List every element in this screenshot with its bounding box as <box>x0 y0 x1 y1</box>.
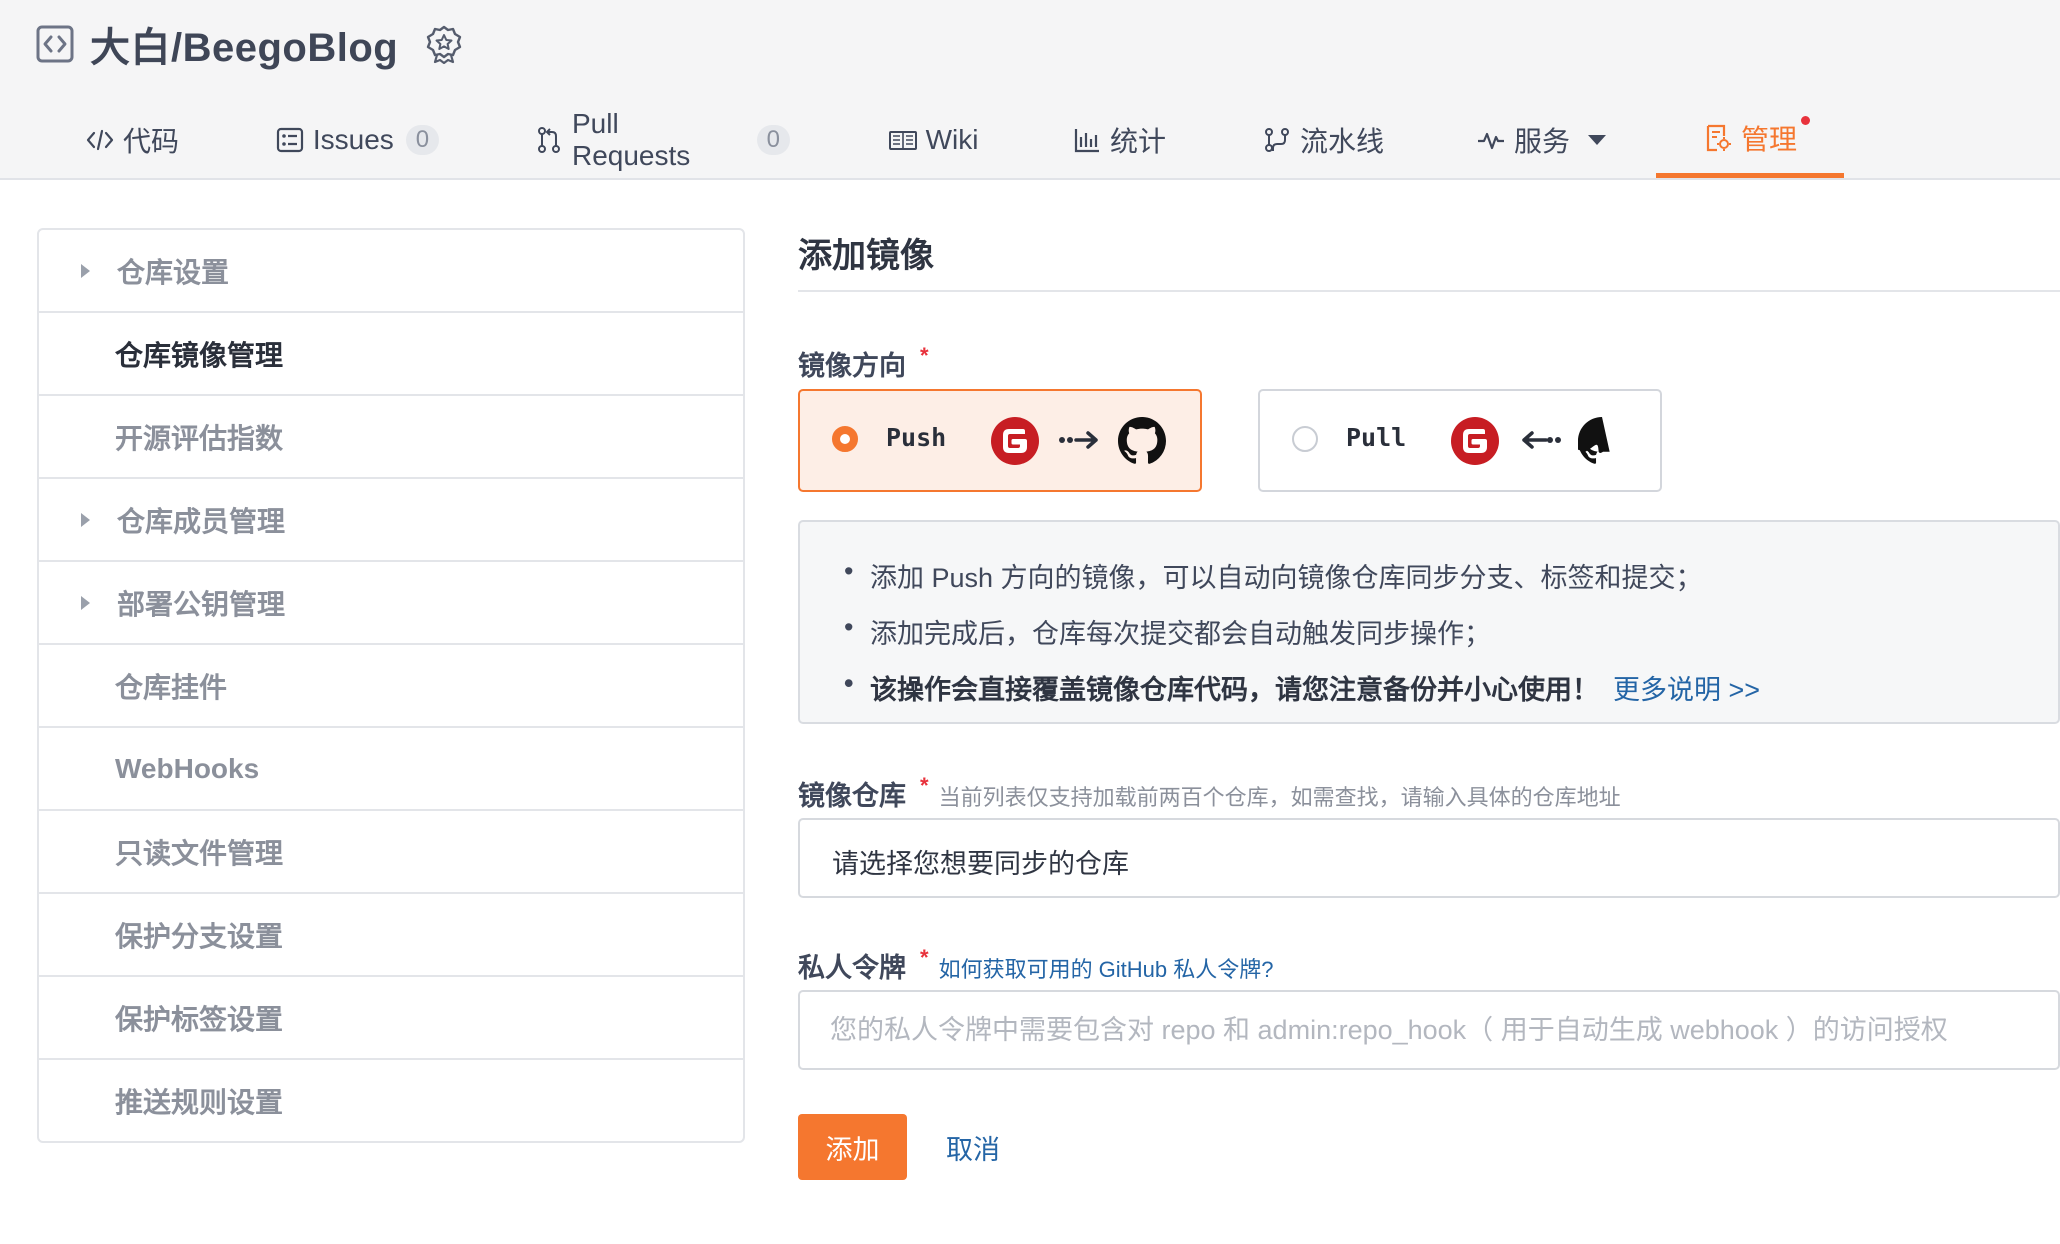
sidebar-item-protected-branches[interactable]: 保护分支设置 <box>39 894 743 977</box>
sidebar-item-label: 仓库镜像管理 <box>115 339 284 371</box>
gitee-logo-icon <box>1451 417 1499 465</box>
repo-name[interactable]: 大白/BeegoBlog <box>90 15 398 73</box>
required-mark: * <box>920 773 929 798</box>
tab-label: 流水线 <box>1299 126 1384 157</box>
mirror-info-box: 添加 Push 方向的镜像，可以自动向镜像仓库同步分支、标签和提交； 添加完成后… <box>798 520 2060 724</box>
mirror-repo-label: 镜像仓库 <box>798 781 906 811</box>
sidebar-item-readonly-files[interactable]: 只读文件管理 <box>39 811 743 894</box>
caret-right-icon <box>81 263 90 278</box>
push-direction-option[interactable]: Push <box>798 389 1202 492</box>
mirror-repo-hint: 当前列表仅支持加载前两百个仓库，如需查找，请输入具体的仓库地址 <box>938 785 1621 810</box>
pull-requests-count-badge: 0 <box>756 125 791 155</box>
github-logo-icon <box>1578 417 1610 464</box>
tab-label: Issues <box>312 124 394 155</box>
tab-label: 管理 <box>1740 123 1797 155</box>
tab-label: 统计 <box>1109 126 1166 157</box>
pull-label: Pull <box>1346 423 1407 452</box>
more-info-link[interactable]: 更多说明 >> <box>1613 675 1760 705</box>
cancel-button[interactable]: 取消 <box>946 1128 1000 1167</box>
sidebar-item-label: 仓库挂件 <box>115 671 228 703</box>
code-icon <box>86 129 114 151</box>
pull-request-icon <box>537 127 560 153</box>
sidebar-item-push-rules[interactable]: 推送规则设置 <box>39 1060 743 1141</box>
required-mark: * <box>920 945 929 970</box>
sidebar-item-webhooks[interactable]: WebHooks <box>39 728 743 811</box>
direction-field-label: 镜像方向 * <box>798 343 929 383</box>
select-placeholder: 请选择您想要同步的仓库 <box>832 849 1129 879</box>
github-logo-icon <box>1118 417 1166 464</box>
warning-text: 该操作会直接覆盖镜像仓库代码，请您注意备份并小心使用！ <box>870 675 1599 705</box>
pull-direction-option[interactable]: Pull <box>1258 389 1662 492</box>
mirror-repo-select[interactable]: 请选择您想要同步的仓库 <box>798 818 2060 898</box>
manage-icon <box>1706 124 1731 151</box>
caret-right-icon <box>81 512 90 527</box>
award-badge-icon[interactable] <box>424 24 464 64</box>
tab-label: 服务 <box>1513 126 1570 157</box>
token-field-label: 私人令牌 * 如何获取可用的 GitHub 私人令牌? <box>798 945 1274 985</box>
token-label: 私人令牌 <box>798 953 906 983</box>
sidebar-item-widgets[interactable]: 仓库挂件 <box>39 645 743 728</box>
wiki-icon <box>888 131 917 150</box>
tab-label: Pull Requests <box>571 108 691 171</box>
sidebar-item-label: 仓库设置 <box>117 256 230 288</box>
arrow-left-icon <box>1522 431 1561 449</box>
sidebar-item-label: 只读文件管理 <box>115 837 284 869</box>
info-item: 添加 Push 方向的镜像，可以自动向镜像仓库同步分支、标签和提交； <box>844 556 1703 595</box>
issues-icon <box>276 127 303 153</box>
issues-count-badge: 0 <box>405 125 440 155</box>
title-divider <box>798 290 2060 292</box>
sidebar-item-members[interactable]: 仓库成员管理 <box>39 479 743 562</box>
tab-wiki[interactable]: Wiki <box>880 102 986 178</box>
tab-pull-requests[interactable]: Pull Requests 0 <box>534 102 791 178</box>
mirror-repo-field-label: 镜像仓库 * 当前列表仅支持加载前两百个仓库，如需查找，请输入具体的仓库地址 <box>798 773 1621 813</box>
notification-dot <box>1801 116 1810 125</box>
sidebar-item-label: WebHooks <box>115 752 260 784</box>
sidebar-item-label: 部署公钥管理 <box>117 588 286 620</box>
code-repo-icon <box>36 25 74 63</box>
sidebar-item-open-source-index[interactable]: 开源评估指数 <box>39 396 743 479</box>
token-input[interactable] <box>798 990 2060 1070</box>
pipeline-icon <box>1264 128 1289 152</box>
caret-right-icon <box>81 595 90 610</box>
tab-stats[interactable]: 统计 <box>1066 102 1172 178</box>
chevron-down-icon <box>1588 135 1606 145</box>
push-label: Push <box>886 423 947 452</box>
tab-pipeline[interactable]: 流水线 <box>1256 102 1390 178</box>
sidebar-item-protected-tags[interactable]: 保护标签设置 <box>39 977 743 1060</box>
info-item: 添加完成后，仓库每次提交都会自动触发同步操作； <box>844 612 1491 651</box>
sidebar-item-deploy-keys[interactable]: 部署公钥管理 <box>39 562 743 645</box>
sidebar-item-mirror-management[interactable]: 仓库镜像管理 <box>39 313 743 396</box>
stats-icon <box>1074 129 1099 153</box>
repo-title-bar: 大白/BeegoBlog <box>36 18 464 70</box>
token-help-link[interactable]: 如何获取可用的 GitHub 私人令牌? <box>939 952 1274 984</box>
sidebar-item-label: 开源评估指数 <box>115 422 284 454</box>
sidebar-item-repo-settings[interactable]: 仓库设置 <box>39 230 743 313</box>
page-title: 添加镜像 <box>798 237 934 275</box>
repo-header: 大白/BeegoBlog 代码 Issues 0 Pull Requests 0… <box>0 0 2060 180</box>
sidebar-item-label: 仓库成员管理 <box>117 505 286 537</box>
arrow-right-icon <box>1059 431 1098 449</box>
push-radio[interactable] <box>832 426 858 452</box>
direction-label: 镜像方向 <box>798 351 906 381</box>
tab-label: 代码 <box>122 126 179 157</box>
add-button[interactable]: 添加 <box>798 1114 907 1180</box>
tab-code[interactable]: 代码 <box>82 102 182 178</box>
sidebar-item-label: 保护标签设置 <box>115 1003 284 1035</box>
tab-issues[interactable]: Issues 0 <box>272 102 442 178</box>
tab-services-dropdown[interactable]: 服务 <box>1474 102 1608 178</box>
sidebar-item-label: 推送规则设置 <box>115 1086 284 1118</box>
tab-label: Wiki <box>925 124 979 155</box>
info-item-warning: 该操作会直接覆盖镜像仓库代码，请您注意备份并小心使用！ 更多说明 >> <box>844 668 1760 707</box>
tab-manage[interactable]: 管理 <box>1656 102 1844 178</box>
settings-sidebar: 仓库设置 仓库镜像管理 开源评估指数 仓库成员管理 部署公钥管理 仓库挂件 We… <box>37 228 745 1143</box>
required-mark: * <box>920 343 929 368</box>
pull-radio[interactable] <box>1292 426 1318 452</box>
sidebar-item-label: 保护分支设置 <box>115 920 284 952</box>
pulse-icon <box>1477 132 1504 150</box>
gitee-logo-icon <box>991 417 1039 465</box>
